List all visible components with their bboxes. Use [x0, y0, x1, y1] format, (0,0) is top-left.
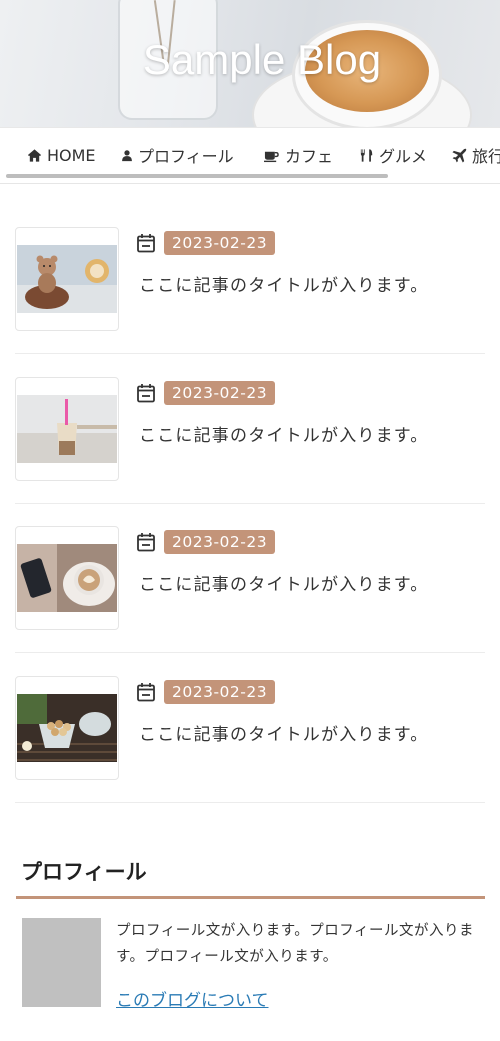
article-thumbnail[interactable]	[15, 526, 119, 630]
coffee-icon	[264, 151, 279, 162]
article-date-row: 2023-02-23	[136, 231, 276, 255]
avatar	[22, 918, 101, 1007]
article-title[interactable]: ここに記事のタイトルが入ります。	[139, 720, 429, 745]
utensils-icon	[360, 148, 373, 162]
article-date-badge: 2023-02-23	[164, 530, 276, 554]
article-divider	[15, 652, 485, 653]
global-nav: HOME プロフィール カフェ グルメ 旅行	[0, 127, 500, 184]
article-card[interactable]: 2023-02-23 ここに記事のタイトルが入ります。	[15, 526, 485, 676]
home-icon	[27, 148, 42, 162]
article-date-row: 2023-02-23	[136, 530, 276, 554]
calendar-icon	[137, 384, 155, 403]
article-divider	[15, 802, 485, 803]
article-thumbnail[interactable]	[15, 377, 119, 481]
article-title[interactable]: ここに記事のタイトルが入ります。	[139, 271, 429, 296]
article-divider	[15, 353, 485, 354]
article-divider	[15, 503, 485, 504]
article-thumbnail[interactable]	[15, 676, 119, 780]
site-header: Sample Blog	[0, 0, 500, 127]
nav-item-label: カフェ	[285, 147, 334, 166]
nut-snack-bowl-image	[17, 694, 117, 762]
calendar-icon	[137, 234, 155, 253]
nav-item-home[interactable]: HOME	[27, 143, 96, 167]
user-icon	[122, 149, 132, 161]
article-title[interactable]: ここに記事のタイトルが入ります。	[139, 421, 429, 446]
calendar-icon	[137, 533, 155, 552]
nav-item-profile[interactable]: プロフィール	[121, 143, 234, 167]
article-thumbnail[interactable]	[15, 227, 119, 331]
about-blog-link[interactable]: このブログについて	[116, 986, 269, 1011]
bubble-tea-image	[17, 395, 117, 463]
nav-item-label: グルメ	[379, 147, 428, 166]
site-title[interactable]: Sample Blog	[0, 36, 500, 84]
article-card[interactable]: 2023-02-23 ここに記事のタイトルが入ります。	[15, 227, 485, 377]
article-date-row: 2023-02-23	[136, 680, 276, 704]
nav-item-cafe[interactable]: カフェ	[263, 143, 333, 167]
article-date-row: 2023-02-23	[136, 381, 276, 405]
plane-icon	[452, 148, 467, 163]
article-card[interactable]: 2023-02-23 ここに記事のタイトルが入ります。	[15, 676, 485, 826]
nav-item-travel[interactable]: 旅行	[452, 143, 500, 167]
nav-item-label: 旅行	[472, 147, 500, 166]
profile-text: プロフィール文が入ります。プロフィール文が入ります。プロフィール文が入ります。	[116, 923, 474, 965]
nav-scrollbar[interactable]	[6, 174, 388, 178]
latte-and-phone-image	[17, 544, 117, 612]
article-title[interactable]: ここに記事のタイトルが入ります。	[139, 570, 429, 595]
article-date-badge: 2023-02-23	[164, 381, 276, 405]
article-date-badge: 2023-02-23	[164, 680, 276, 704]
article-card[interactable]: 2023-02-23 ここに記事のタイトルが入ります。	[15, 377, 485, 527]
profile-heading: プロフィール	[21, 860, 147, 884]
teddy-bear-dessert-image	[17, 245, 117, 313]
nav-item-gourmet[interactable]: グルメ	[360, 143, 427, 167]
article-date-badge: 2023-02-23	[164, 231, 276, 255]
nav-item-label: プロフィール	[138, 147, 234, 166]
nav-item-label: HOME	[47, 145, 96, 165]
calendar-icon	[137, 683, 155, 702]
profile-heading-underline	[16, 896, 485, 899]
